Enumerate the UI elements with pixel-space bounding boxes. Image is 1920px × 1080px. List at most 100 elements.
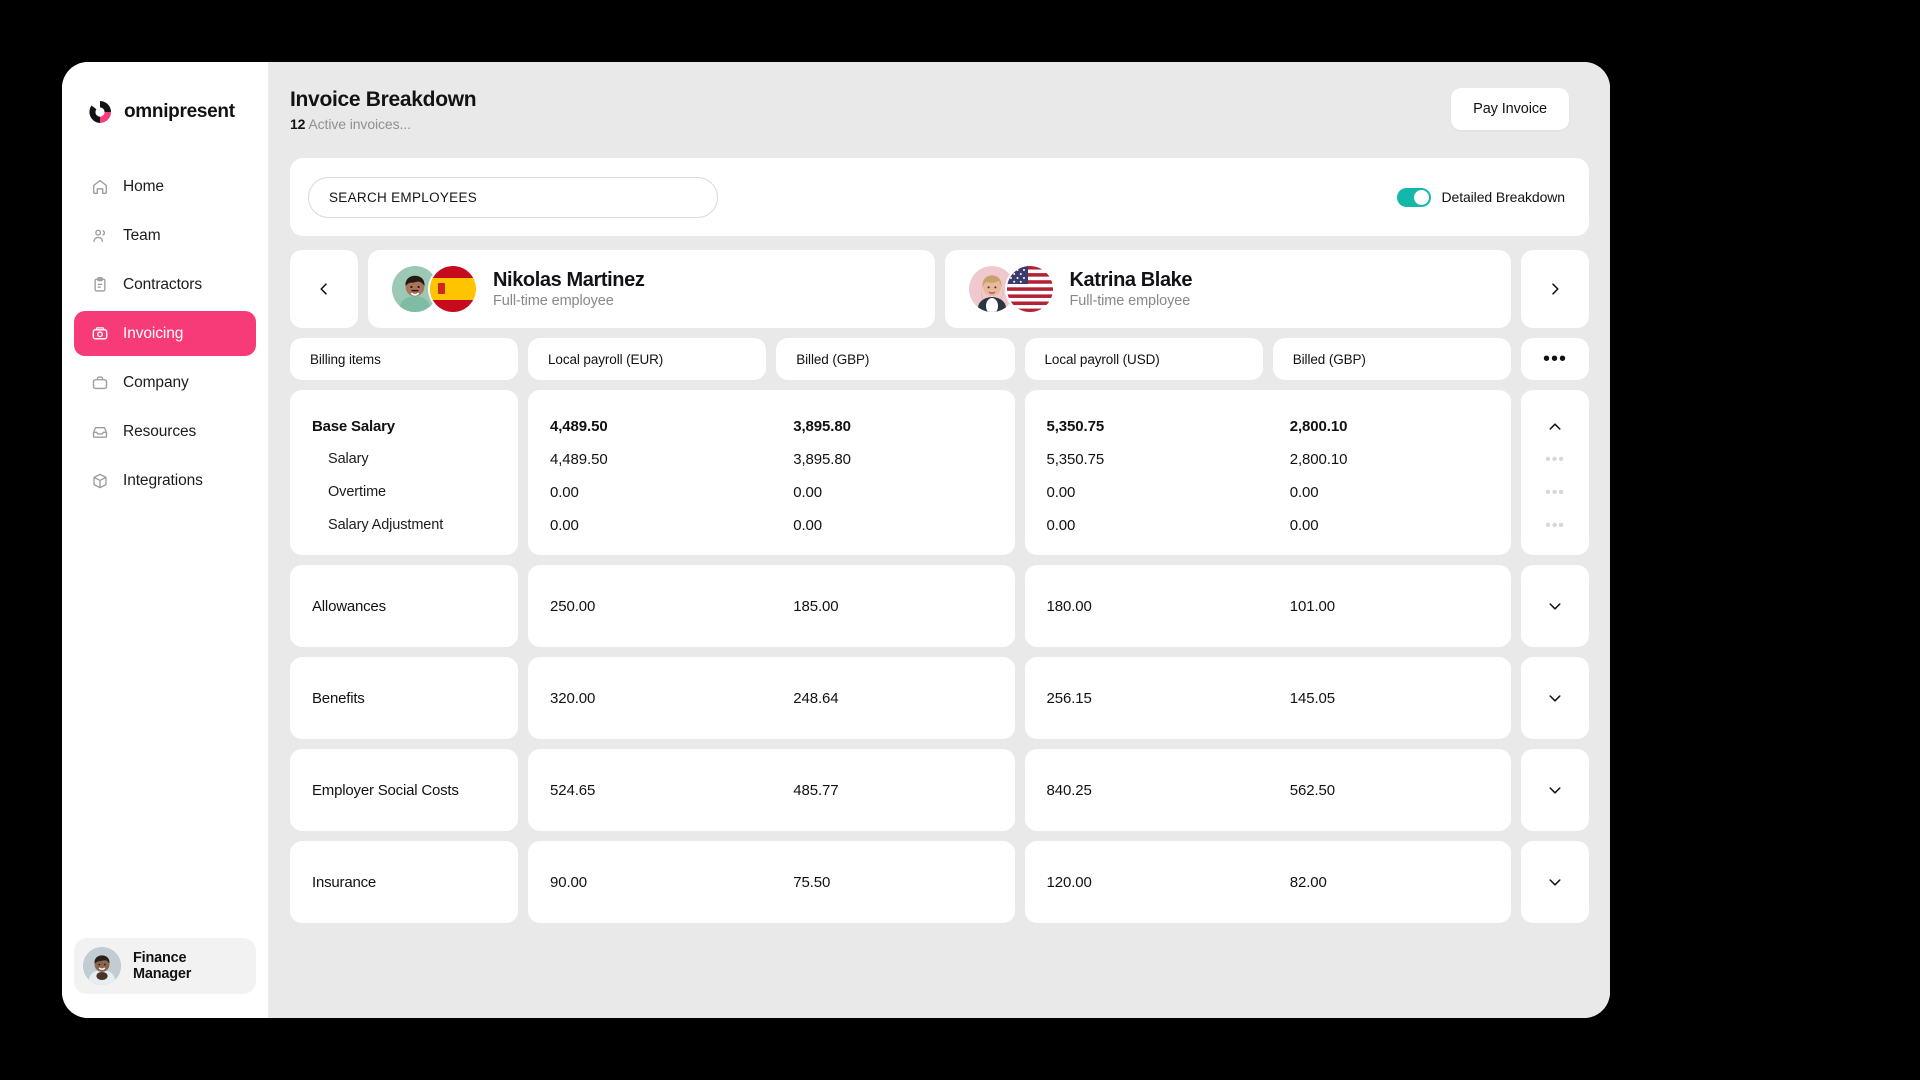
sidebar-item-invoicing[interactable]: Invoicing bbox=[74, 311, 256, 356]
sub-row-values: 4,489.50 3,895.80 bbox=[528, 443, 1015, 476]
sidebar-item-company[interactable]: Company bbox=[74, 360, 256, 405]
section-title: Employer Social Costs bbox=[290, 749, 518, 831]
value-cell: 185.00 bbox=[771, 598, 1014, 615]
sidebar-item-resources[interactable]: Resources bbox=[74, 409, 256, 454]
sidebar-item-label: Home bbox=[123, 178, 164, 196]
page-header-text: Invoice Breakdown 12 Active invoices... bbox=[290, 88, 476, 132]
value-cell: 3,895.80 bbox=[771, 410, 1014, 443]
expand-section-button[interactable] bbox=[1521, 565, 1589, 647]
sub-row-values: 0.00 0.00 bbox=[1025, 509, 1512, 542]
sidebar-item-integrations[interactable]: Integrations bbox=[74, 458, 256, 503]
sidebar: omnipresent Home T bbox=[62, 62, 269, 1018]
column-options-button[interactable]: ••• bbox=[1521, 338, 1589, 380]
value-cell: 250.00 bbox=[528, 598, 771, 615]
section-values-employee-1: 90.00 75.50 bbox=[528, 841, 1015, 923]
value-cell: 75.50 bbox=[771, 874, 1014, 891]
value-cell: 0.00 bbox=[771, 509, 1014, 542]
expand-section-button[interactable] bbox=[1521, 657, 1589, 739]
sidebar-item-contractors[interactable]: Contractors bbox=[74, 262, 256, 307]
employee-text: Katrina Blake Full-time employee bbox=[1070, 269, 1193, 309]
next-employee-button[interactable] bbox=[1521, 250, 1589, 328]
section-values-employee-2: 5,350.75 2,800.10 5,350.75 2,800.10 0.00… bbox=[1025, 390, 1512, 555]
employee-2-columns: Local payroll (USD) Billed (GBP) bbox=[1025, 338, 1512, 380]
sub-row-values: 0.00 0.00 bbox=[528, 476, 1015, 509]
totals-line: 4,489.50 3,895.80 bbox=[528, 410, 1015, 443]
value-cell: 120.00 bbox=[1025, 874, 1268, 891]
value-cell: 4,489.50 bbox=[528, 410, 771, 443]
invoice-icon bbox=[90, 324, 109, 343]
value-cell: 485.77 bbox=[771, 782, 1014, 799]
user-card[interactable]: Finance Manager bbox=[74, 938, 256, 994]
chevron-down-icon bbox=[1547, 598, 1563, 614]
active-invoice-count: 12 bbox=[290, 116, 305, 132]
collapse-section-button[interactable] bbox=[1547, 410, 1563, 443]
expand-section-button[interactable] bbox=[1521, 841, 1589, 923]
chevron-up-icon bbox=[1547, 419, 1563, 435]
sub-row-label: Salary Adjustment bbox=[312, 509, 443, 542]
app-window: omnipresent Home T bbox=[62, 62, 1610, 1018]
search-input[interactable] bbox=[308, 177, 718, 218]
chevron-down-icon bbox=[1547, 782, 1563, 798]
sidebar-item-team[interactable]: Team bbox=[74, 213, 256, 258]
users-icon bbox=[90, 226, 109, 245]
prev-employee-button[interactable] bbox=[290, 250, 358, 328]
chevron-down-icon bbox=[1547, 874, 1563, 890]
page-header: Invoice Breakdown 12 Active invoices... … bbox=[269, 62, 1610, 158]
omnipresent-logo-icon bbox=[87, 99, 113, 125]
value-cell: 840.25 bbox=[1025, 782, 1268, 799]
section-values-employee-1: 320.00 248.64 bbox=[528, 657, 1015, 739]
section-title: Allowances bbox=[290, 565, 518, 647]
ellipsis-icon[interactable]: ••• bbox=[1545, 476, 1565, 509]
flag-icon-es bbox=[430, 266, 476, 312]
value-cell: 3,895.80 bbox=[771, 443, 1014, 476]
sidebar-item-home[interactable]: Home bbox=[74, 164, 256, 209]
ellipsis-icon[interactable]: ••• bbox=[1545, 509, 1565, 542]
employee-type: Full-time employee bbox=[1070, 293, 1193, 309]
value-cell: 256.15 bbox=[1025, 690, 1268, 707]
value-cell: 0.00 bbox=[528, 476, 771, 509]
sidebar-item-label: Integrations bbox=[123, 472, 203, 490]
section-values-employee-2: 180.00 101.00 bbox=[1025, 565, 1512, 647]
main-content: Invoice Breakdown 12 Active invoices... … bbox=[269, 62, 1610, 1018]
section-benefits: Benefits 320.00 248.64 256.15 145.05 bbox=[290, 657, 1589, 739]
invoice-grid: Nikolas Martinez Full-time employee bbox=[269, 236, 1610, 923]
flag-icon-us bbox=[1007, 266, 1053, 312]
page-title: Invoice Breakdown bbox=[290, 88, 476, 112]
expand-section-button[interactable] bbox=[1521, 749, 1589, 831]
employee-card[interactable]: Katrina Blake Full-time employee bbox=[945, 250, 1512, 328]
employee-card[interactable]: Nikolas Martinez Full-time employee bbox=[368, 250, 935, 328]
section-values-employee-1: 250.00 185.00 bbox=[528, 565, 1015, 647]
avatar bbox=[83, 947, 121, 985]
column-header-billed-gbp: Billed (GBP) bbox=[1273, 338, 1511, 380]
sidebar-item-label: Resources bbox=[123, 423, 196, 441]
employee-name: Nikolas Martinez bbox=[493, 269, 644, 291]
value-cell: 0.00 bbox=[1268, 476, 1511, 509]
detailed-breakdown-toggle-wrap: Detailed Breakdown bbox=[1397, 188, 1566, 207]
column-header-local-payroll-eur: Local payroll (EUR) bbox=[528, 338, 766, 380]
sidebar-item-label: Invoicing bbox=[123, 325, 183, 343]
value-cell: 2,800.10 bbox=[1268, 443, 1511, 476]
value-cell: 0.00 bbox=[771, 476, 1014, 509]
value-cell: 5,350.75 bbox=[1025, 410, 1268, 443]
section-insurance: Insurance 90.00 75.50 120.00 82.00 bbox=[290, 841, 1589, 923]
section-values-employee-1: 524.65 485.77 bbox=[528, 749, 1015, 831]
sub-row-label: Salary bbox=[312, 443, 369, 476]
value-cell: 101.00 bbox=[1268, 598, 1511, 615]
value-cell: 4,489.50 bbox=[528, 443, 771, 476]
section-title: Base Salary bbox=[312, 410, 395, 443]
ellipsis-icon[interactable]: ••• bbox=[1545, 443, 1565, 476]
sub-row-values: 0.00 0.00 bbox=[528, 509, 1015, 542]
value-cell: 5,350.75 bbox=[1025, 443, 1268, 476]
clipboard-icon bbox=[90, 275, 109, 294]
pay-invoice-button[interactable]: Pay Invoice bbox=[1451, 88, 1569, 130]
value-cell: 145.05 bbox=[1268, 690, 1511, 707]
detailed-breakdown-toggle[interactable] bbox=[1397, 188, 1431, 207]
section-title: Benefits bbox=[290, 657, 518, 739]
chevron-left-icon bbox=[316, 281, 332, 297]
page-subtitle: 12 Active invoices... bbox=[290, 116, 476, 132]
value-cell: 562.50 bbox=[1268, 782, 1511, 799]
value-cell: 248.64 bbox=[771, 690, 1014, 707]
column-header-row: Billing items Local payroll (EUR) Billed… bbox=[290, 338, 1589, 380]
value-cell: 524.65 bbox=[528, 782, 771, 799]
column-header-billed-gbp: Billed (GBP) bbox=[776, 338, 1014, 380]
